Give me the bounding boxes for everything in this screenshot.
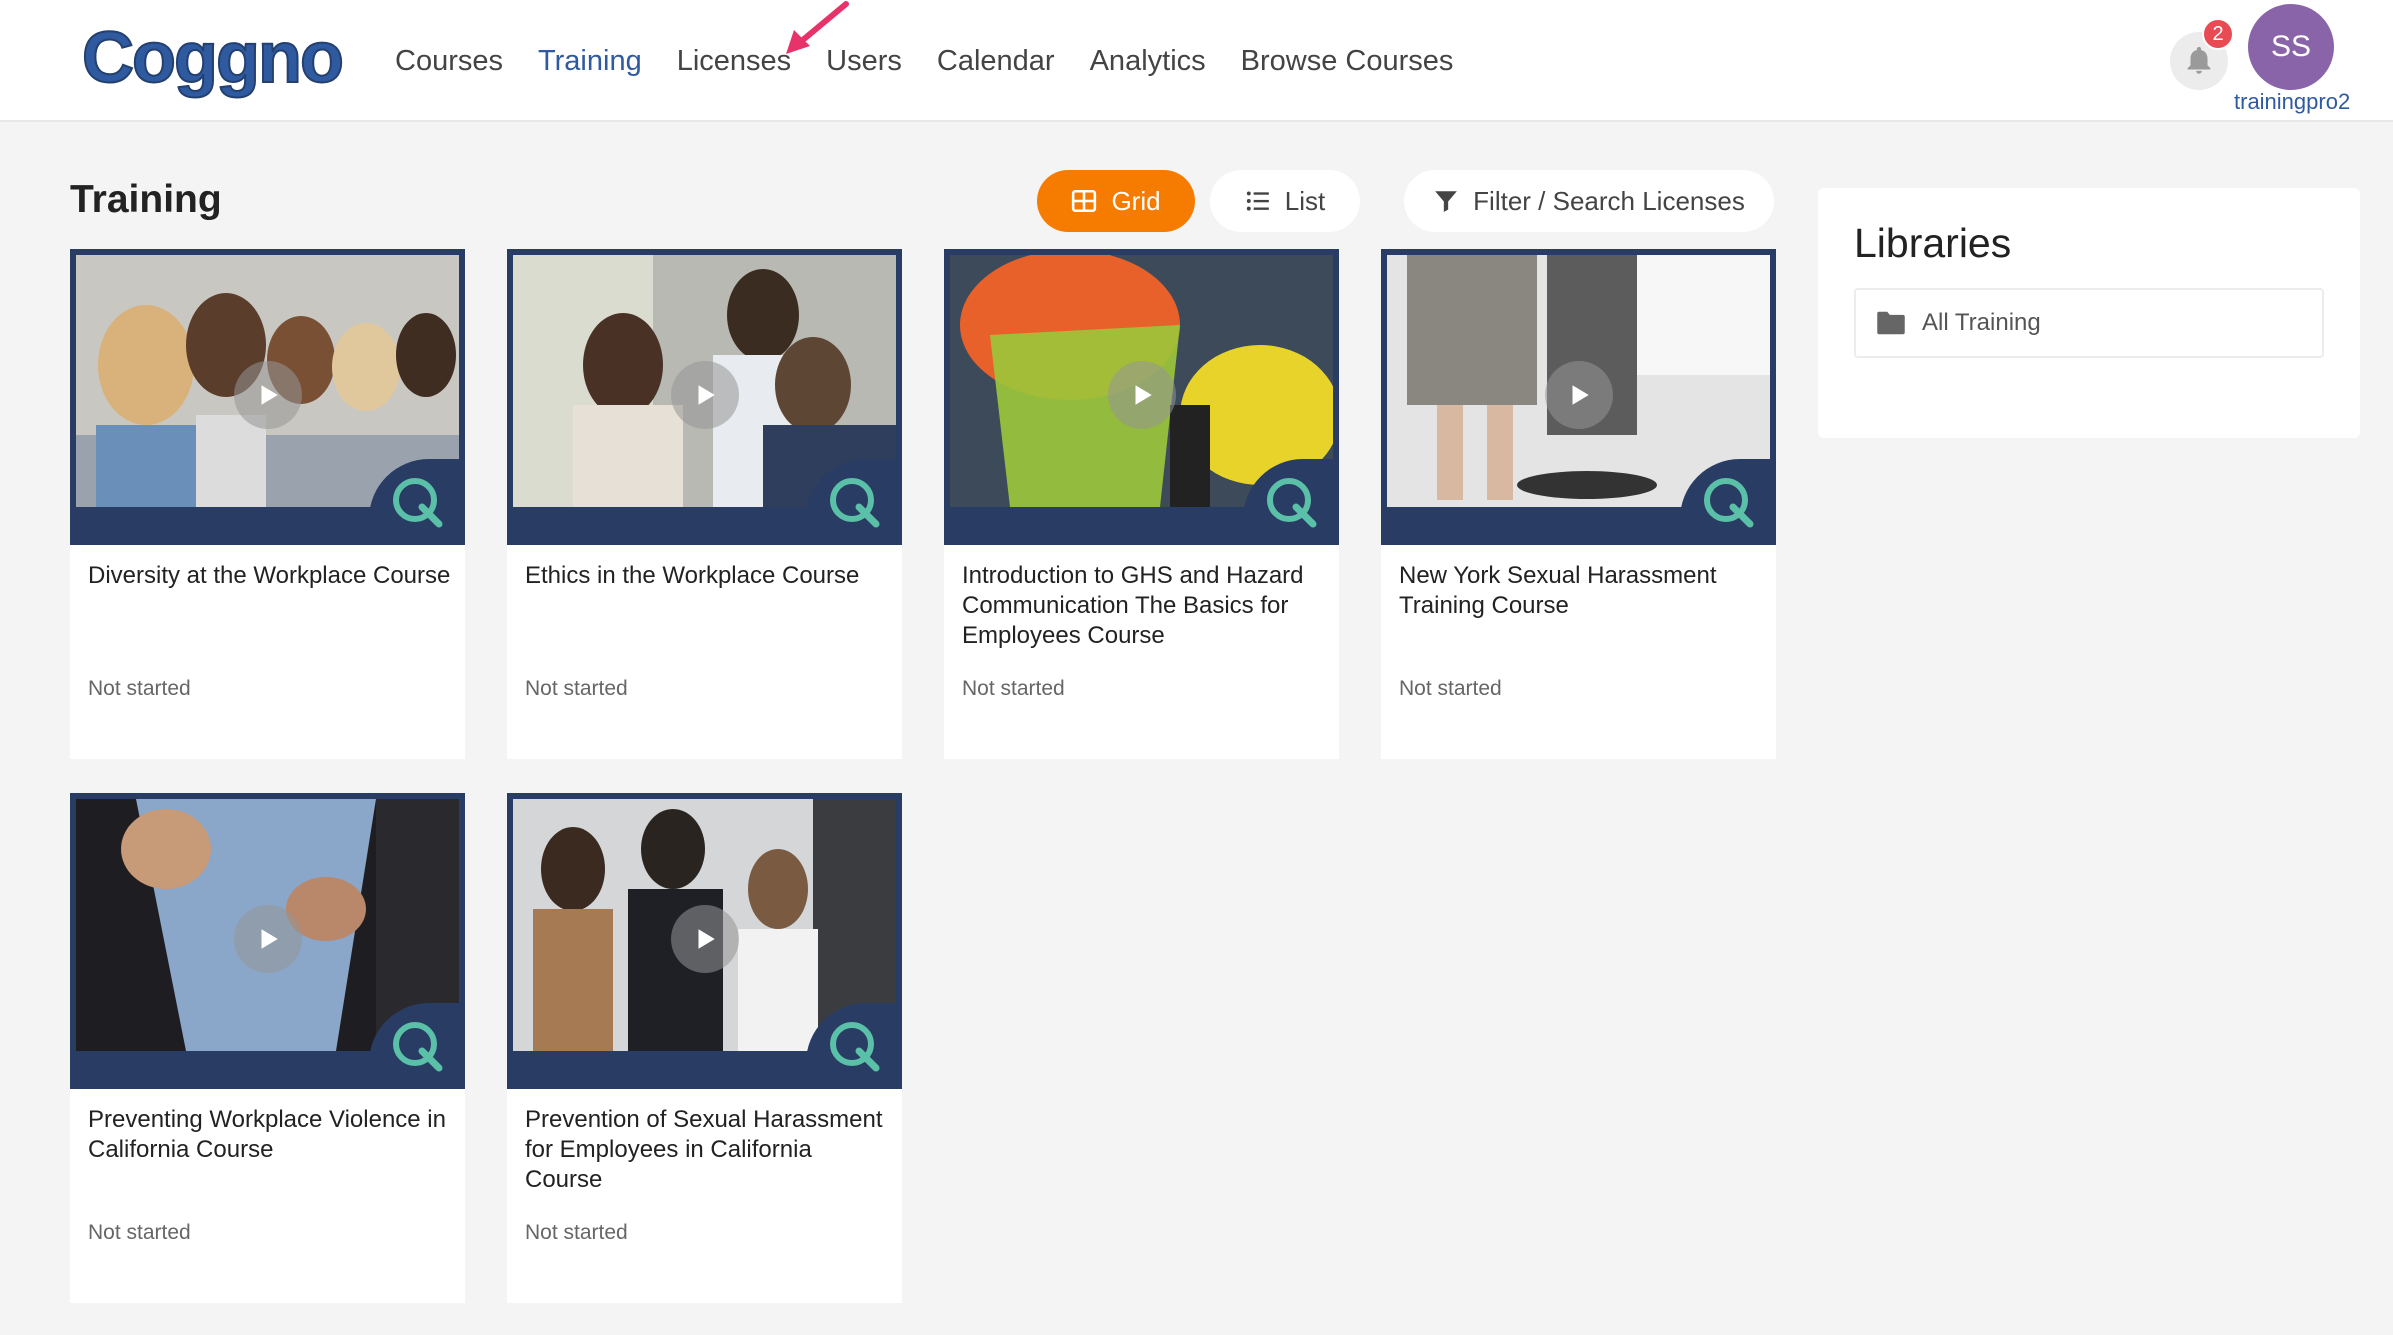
course-title: New York Sexual Harassment Training Cour… bbox=[1399, 562, 1717, 619]
username-label[interactable]: trainingpro2 bbox=[2234, 89, 2350, 115]
play-button[interactable] bbox=[671, 905, 739, 973]
play-icon bbox=[698, 385, 715, 405]
course-thumbnail bbox=[507, 249, 902, 545]
course-status: Not started bbox=[88, 677, 191, 700]
library-item-all-training[interactable]: All Training bbox=[1854, 288, 2324, 358]
grid-icon bbox=[1072, 189, 1097, 213]
grid-view-button[interactable]: Grid bbox=[1037, 170, 1195, 232]
course-thumbnail bbox=[1381, 249, 1776, 545]
course-status: Not started bbox=[525, 1221, 628, 1244]
course-title: Ethics in the Workplace Course bbox=[525, 562, 860, 589]
course-title: Diversity at the Workplace Course bbox=[88, 562, 451, 589]
svg-text:Coggno: Coggno bbox=[82, 18, 342, 98]
play-button[interactable] bbox=[234, 361, 302, 429]
grid-label: Grid bbox=[1111, 185, 1161, 216]
nav-calendar[interactable]: Calendar bbox=[937, 45, 1055, 78]
course-status: Not started bbox=[1399, 677, 1502, 700]
play-button[interactable] bbox=[1545, 361, 1613, 429]
play-icon bbox=[1135, 385, 1152, 405]
nav-analytics[interactable]: Analytics bbox=[1090, 45, 1206, 78]
main-nav: Courses Training Licenses Users Calendar… bbox=[395, 0, 1488, 122]
q-logo-icon bbox=[830, 1022, 880, 1072]
course-card[interactable]: Prevention of Sexual Harassment for Empl… bbox=[507, 793, 902, 1303]
library-item-label: All Training bbox=[1922, 309, 2041, 336]
course-card[interactable]: Preventing Workplace Violence in Califor… bbox=[70, 793, 465, 1303]
list-label: List bbox=[1284, 185, 1326, 216]
page-title: Training bbox=[70, 178, 222, 221]
pointer-arrow-icon bbox=[786, 1, 849, 54]
play-button[interactable] bbox=[1108, 361, 1176, 429]
course-status: Not started bbox=[525, 677, 628, 700]
libraries-title: Libraries bbox=[1854, 220, 2012, 266]
course-thumbnail bbox=[507, 793, 902, 1089]
nav-browse-courses[interactable]: Browse Courses bbox=[1241, 45, 1454, 78]
filter-label: Filter / Search Licenses bbox=[1473, 185, 1745, 216]
coggno-logo[interactable]: Coggno bbox=[70, 18, 354, 102]
filter-search-licenses-button[interactable]: Filter / Search Licenses bbox=[1404, 170, 1774, 232]
course-status: Not started bbox=[962, 677, 1065, 700]
libraries-panel: Libraries All Training bbox=[1818, 188, 2360, 438]
course-title: Introduction to GHS and Hazard Communica… bbox=[962, 562, 1304, 649]
course-thumbnail bbox=[70, 249, 465, 545]
q-logo-icon bbox=[393, 1022, 443, 1072]
q-logo-icon bbox=[1267, 478, 1317, 528]
nav-courses[interactable]: Courses bbox=[395, 45, 503, 78]
course-thumbnail bbox=[944, 249, 1339, 545]
q-logo-icon bbox=[393, 478, 443, 528]
course-thumbnail bbox=[70, 793, 465, 1089]
user-avatar[interactable]: SS bbox=[2248, 4, 2334, 90]
top-navigation-bar: Coggno Courses Training Licenses Users C… bbox=[0, 0, 2393, 122]
notification-count-badge: 2 bbox=[2202, 18, 2234, 50]
folder-icon bbox=[1877, 311, 1905, 335]
course-card[interactable]: Ethics in the Workplace Course Not start… bbox=[507, 249, 902, 759]
q-logo-icon bbox=[830, 478, 880, 528]
nav-training[interactable]: Training bbox=[538, 45, 642, 78]
play-button[interactable] bbox=[234, 905, 302, 973]
play-icon bbox=[261, 929, 278, 949]
play-button[interactable] bbox=[671, 361, 739, 429]
course-card[interactable]: Diversity at the Workplace Course Not st… bbox=[70, 249, 465, 759]
list-view-button[interactable]: List bbox=[1210, 170, 1360, 232]
course-card[interactable]: Introduction to GHS and Hazard Communica… bbox=[944, 249, 1339, 759]
play-icon bbox=[1572, 385, 1589, 405]
play-icon bbox=[261, 385, 278, 405]
bell-icon bbox=[2187, 46, 2211, 74]
play-icon bbox=[698, 929, 715, 949]
course-card[interactable]: New York Sexual Harassment Training Cour… bbox=[1381, 249, 1776, 759]
filter-icon bbox=[1435, 191, 1457, 212]
q-logo-icon bbox=[1704, 478, 1754, 528]
list-icon bbox=[1246, 191, 1269, 211]
course-status: Not started bbox=[88, 1221, 191, 1244]
course-title: Preventing Workplace Violence in Califor… bbox=[88, 1106, 446, 1163]
course-title: Prevention of Sexual Harassment for Empl… bbox=[525, 1106, 883, 1193]
nav-licenses[interactable]: Licenses bbox=[677, 45, 791, 78]
